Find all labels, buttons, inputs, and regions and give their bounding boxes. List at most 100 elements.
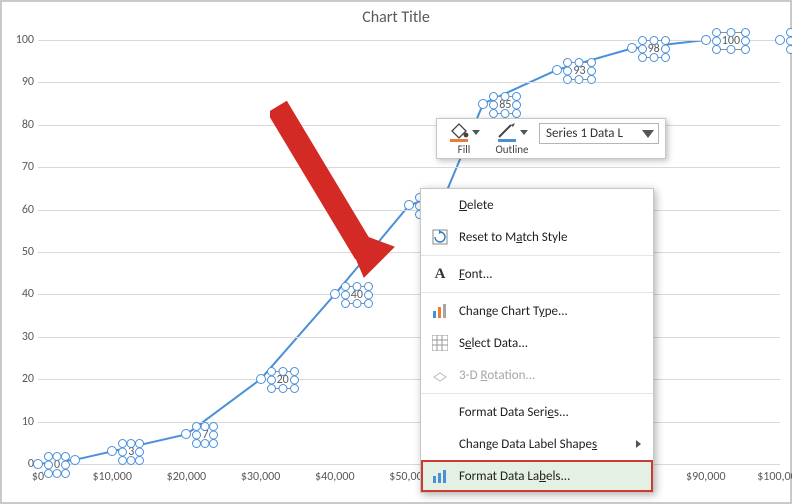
selection-handle[interactable] (587, 66, 596, 75)
selection-handle[interactable] (741, 45, 750, 54)
font-icon: A (431, 265, 449, 283)
x-tick-label: $40,000 (315, 470, 355, 484)
selection-handle[interactable] (61, 469, 70, 478)
menu-format-data-labels[interactable]: Format Data Labels... (421, 460, 653, 492)
selection-handle[interactable] (278, 367, 287, 376)
menu-label: Font... (459, 267, 493, 282)
menu-label: Select Data... (459, 336, 528, 351)
data-label[interactable]: 100 (716, 32, 746, 50)
menu-label: Delete (459, 198, 494, 213)
selection-handle[interactable] (563, 66, 572, 75)
plot-area[interactable]: 0102030405060708090100$0$10,000$20,000$3… (38, 40, 780, 464)
menu-label: 3-D Rotation... (459, 368, 535, 383)
chart-type-icon (431, 302, 449, 320)
x-tick-label: $0 (32, 470, 44, 484)
selection-handle[interactable] (267, 384, 276, 393)
selection-handle[interactable] (501, 109, 510, 118)
menu-change-label-shapes[interactable]: Change Data Label Shapes (421, 428, 653, 460)
y-tick-label: 30 (8, 330, 34, 344)
data-marker[interactable] (627, 43, 637, 53)
y-tick-label: 90 (8, 75, 34, 89)
x-tick-label: $90,000 (686, 470, 726, 484)
data-marker[interactable] (701, 35, 711, 45)
data-label[interactable]: 98 (642, 40, 666, 58)
data-label[interactable]: 3 (122, 443, 140, 461)
mini-toolbar: Fill Outline Series 1 Data L (436, 118, 666, 159)
menu-change-chart-type[interactable]: Change Chart Type... (421, 295, 653, 327)
chart-element-selector[interactable]: Series 1 Data L (539, 123, 659, 144)
fill-button[interactable]: Fill (443, 123, 485, 156)
gridline (38, 379, 780, 380)
selection-handle[interactable] (575, 75, 584, 84)
data-marker[interactable] (775, 35, 785, 45)
chevron-down-icon (642, 130, 654, 138)
callout-arrow-icon (270, 70, 400, 295)
gridline (38, 464, 780, 465)
selection-handle[interactable] (575, 58, 584, 67)
menu-label: Format Data Labels... (459, 469, 570, 484)
context-menu: Delete Reset to Match Style A Font... Ch… (420, 188, 654, 493)
gridline (38, 125, 780, 126)
selection-handle[interactable] (786, 45, 792, 54)
gridline (38, 422, 780, 423)
x-tick-label: $100,000 (757, 470, 792, 484)
data-label[interactable]: 85 (493, 96, 517, 114)
gridline (38, 167, 780, 168)
gridline (38, 294, 780, 295)
selection-handle[interactable] (278, 384, 287, 393)
data-label[interactable]: 93 (567, 62, 591, 80)
gridline (38, 337, 780, 338)
y-tick-label: 50 (8, 245, 34, 259)
chevron-down-icon (520, 130, 528, 135)
x-tick-label: $30,000 (241, 470, 281, 484)
selection-handle[interactable] (712, 45, 721, 54)
y-tick-label: 100 (8, 33, 34, 47)
data-marker[interactable] (256, 374, 266, 384)
data-marker[interactable] (181, 429, 191, 439)
y-tick-label: 0 (8, 457, 34, 471)
chart-frame: Chart Title 0102030405060708090100$0$10,… (0, 0, 792, 504)
select-data-icon (431, 334, 449, 352)
outline-label: Outline (491, 143, 533, 156)
data-marker[interactable] (70, 455, 80, 465)
menu-3d-rotation: 3-D Rotation... (421, 359, 653, 391)
y-tick-label: 20 (8, 372, 34, 386)
menu-font[interactable]: A Font... (421, 258, 653, 290)
selection-handle[interactable] (649, 36, 658, 45)
selection-handle[interactable] (649, 53, 658, 62)
menu-label: Reset to Match Style (459, 230, 567, 245)
reset-icon (431, 228, 449, 246)
x-tick-label: $10,000 (92, 470, 132, 484)
data-marker[interactable] (404, 200, 414, 210)
data-marker[interactable] (552, 65, 562, 75)
selection-handle[interactable] (726, 28, 735, 37)
y-tick-label: 80 (8, 118, 34, 132)
selection-handle[interactable] (290, 384, 299, 393)
menu-select-data[interactable]: Select Data... (421, 327, 653, 359)
data-label[interactable]: 7 (196, 426, 214, 444)
selection-handle[interactable] (352, 299, 361, 308)
data-marker[interactable] (33, 459, 43, 469)
menu-delete[interactable]: Delete (421, 189, 653, 221)
data-marker[interactable] (107, 446, 117, 456)
fill-label: Fill (443, 143, 485, 156)
menu-format-series[interactable]: Format Data Series... (421, 396, 653, 428)
selection-handle[interactable] (489, 109, 498, 118)
y-tick-label: 60 (8, 203, 34, 217)
data-marker[interactable] (478, 99, 488, 109)
chevron-right-icon (636, 440, 641, 448)
chart-title[interactable]: Chart Title (2, 8, 790, 27)
selection-handle[interactable] (587, 75, 596, 84)
selection-handle[interactable] (726, 45, 735, 54)
menu-label: Change Data Label Shapes (459, 437, 597, 452)
outline-button[interactable]: Outline (491, 123, 533, 156)
y-tick-label: 40 (8, 287, 34, 301)
selector-text: Series 1 Data L (546, 126, 623, 141)
menu-reset-style[interactable]: Reset to Match Style (421, 221, 653, 253)
data-label[interactable]: 0 (48, 456, 66, 474)
selection-handle[interactable] (512, 109, 521, 118)
data-label[interactable]: 20 (271, 371, 295, 389)
selection-handle[interactable] (501, 92, 510, 101)
selection-handle[interactable] (512, 100, 521, 109)
selection-handle[interactable] (489, 100, 498, 109)
